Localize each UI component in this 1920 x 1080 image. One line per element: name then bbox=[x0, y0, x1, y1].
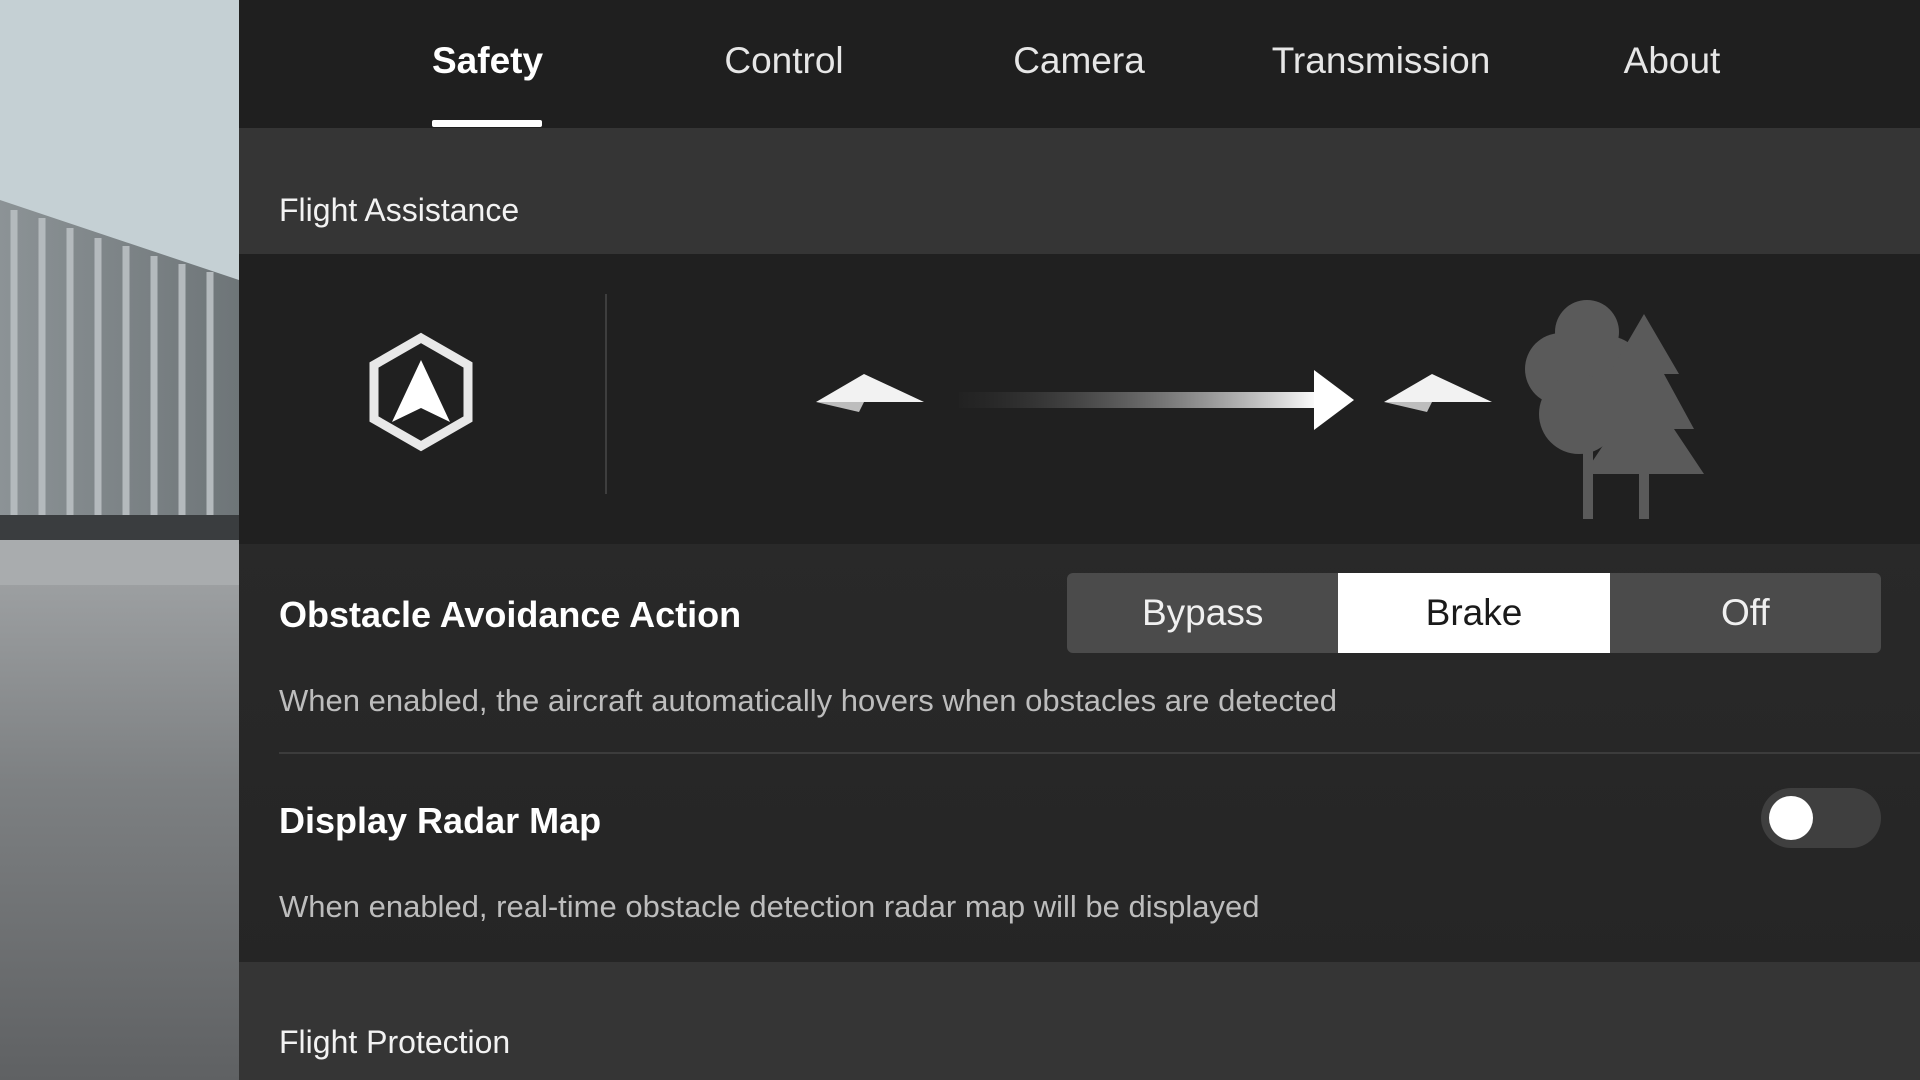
camera-scene-image bbox=[0, 0, 239, 1080]
radar-map-toggle[interactable] bbox=[1761, 788, 1881, 848]
paper-plane-icon bbox=[1384, 374, 1492, 412]
vision-sensor-icon bbox=[369, 332, 473, 452]
active-tab-indicator bbox=[432, 120, 542, 127]
obstacle-avoidance-title: Obstacle Avoidance Action bbox=[279, 594, 742, 635]
radar-map-title: Display Radar Map bbox=[279, 800, 602, 841]
tab-camera[interactable]: Camera bbox=[999, 40, 1159, 90]
off-option-button[interactable]: Off bbox=[1610, 573, 1881, 653]
obstacle-avoidance-segmented-control: Bypass Brake Off bbox=[1067, 573, 1881, 653]
obstacle-avoidance-description: When enabled, the aircraft automatically… bbox=[279, 683, 1338, 718]
brake-option-button[interactable]: Brake bbox=[1338, 573, 1610, 653]
app-screen: Safety Control Camera Transmission About… bbox=[0, 0, 1920, 1080]
settings-divider bbox=[279, 752, 1920, 754]
tab-about[interactable]: About bbox=[1607, 40, 1737, 90]
tab-safety[interactable]: Safety bbox=[432, 40, 543, 90]
flight-protection-title: Flight Protection bbox=[279, 1024, 511, 1060]
flight-protection-header: Flight Protection bbox=[239, 962, 1920, 1080]
camera-feed-view bbox=[0, 0, 239, 1080]
paper-plane-icon bbox=[816, 374, 924, 412]
flight-assistance-header: Flight Assistance bbox=[239, 128, 1920, 254]
tab-control[interactable]: Control bbox=[709, 40, 859, 90]
bypass-option-button[interactable]: Bypass bbox=[1067, 573, 1338, 653]
trees-icon bbox=[1525, 300, 1704, 519]
obstacle-avoidance-illustration bbox=[239, 254, 1920, 544]
toggle-knob bbox=[1769, 796, 1813, 840]
settings-tab-bar: Safety Control Camera Transmission About bbox=[239, 0, 1920, 128]
flight-assistance-title: Flight Assistance bbox=[279, 192, 520, 228]
arrow-right-icon bbox=[959, 370, 1354, 430]
radar-map-description: When enabled, real-time obstacle detecti… bbox=[279, 889, 1260, 924]
tab-transmission[interactable]: Transmission bbox=[1251, 40, 1511, 90]
settings-panel: Safety Control Camera Transmission About… bbox=[239, 0, 1920, 1080]
